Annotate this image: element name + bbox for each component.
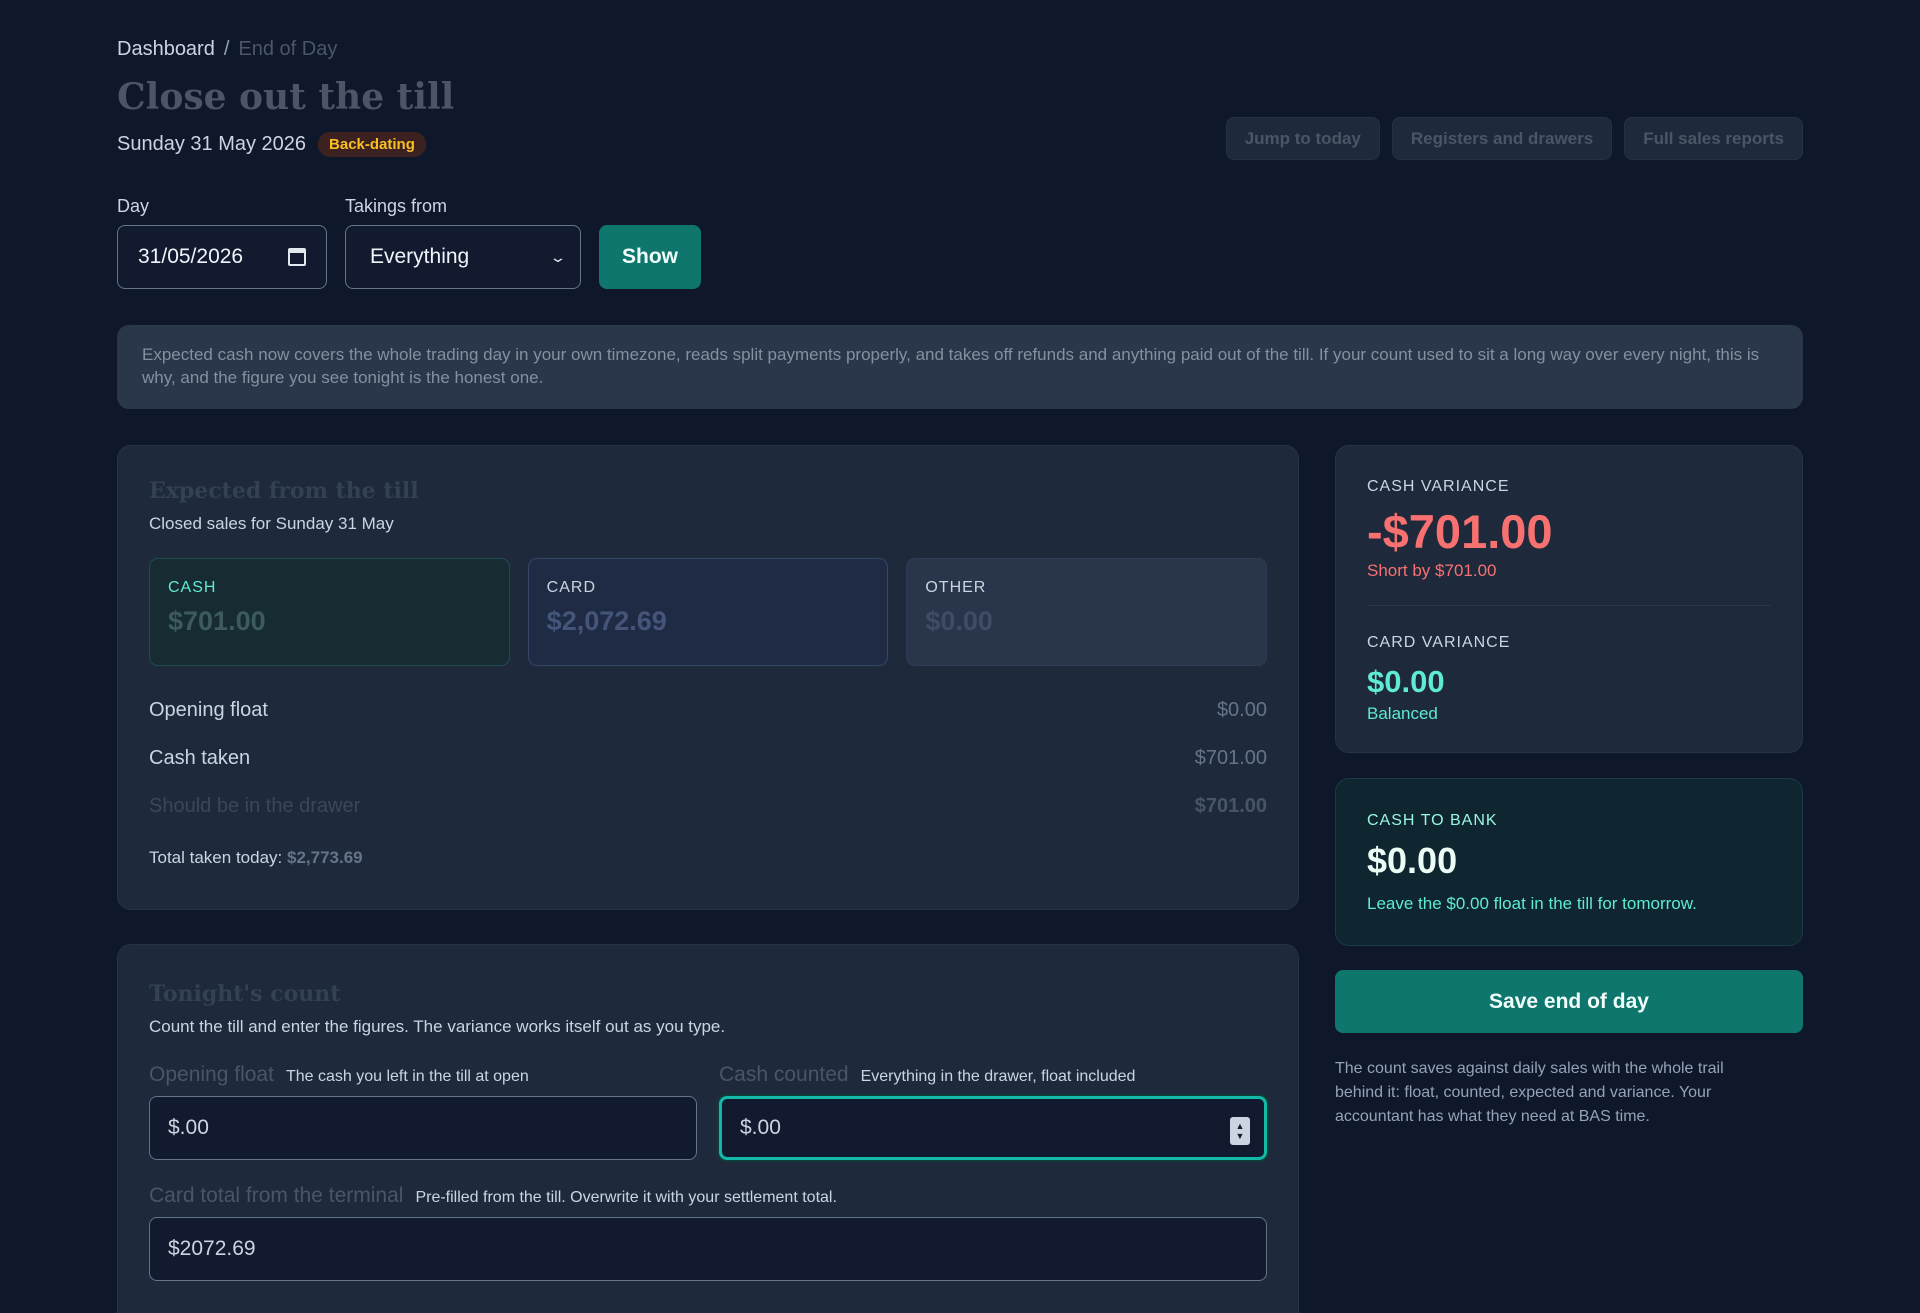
variance-card: CASH VARIANCE -$701.00 Short by $701.00 … bbox=[1335, 445, 1803, 753]
count-inputs-row: Opening float The cash you left in the t… bbox=[149, 1063, 1267, 1160]
top-actions: Jump to today Registers and drawers Full… bbox=[1225, 117, 1803, 160]
cash-taken-line: Cash taken $701.00 bbox=[149, 734, 1267, 782]
line-value: $0.00 bbox=[1216, 698, 1267, 721]
cash-counted-input[interactable]: $.00 ▲ ▼ bbox=[719, 1096, 1267, 1160]
card-tile-value: $2,072.69 bbox=[546, 606, 667, 636]
cash-to-bank-label: CASH TO BANK bbox=[1367, 812, 1498, 829]
cash-counted-hint: Everything in the drawer, float included bbox=[860, 1068, 1136, 1085]
expected-subtitle: Closed sales for Sunday 31 May bbox=[149, 514, 394, 533]
day-date-value: 31/05/2026 bbox=[138, 245, 244, 268]
cash-variance-value: -$701.00 bbox=[1367, 505, 1553, 558]
day-label: Day bbox=[117, 196, 150, 216]
show-button[interactable]: Show bbox=[599, 225, 701, 289]
other-tile: OTHER $0.00 bbox=[906, 558, 1268, 666]
card-variance-value: $0.00 bbox=[1367, 664, 1445, 699]
spin-down-icon[interactable]: ▼ bbox=[1236, 1131, 1245, 1141]
breadcrumb-separator: / bbox=[223, 38, 230, 60]
opening-float-value: $.00 bbox=[168, 1116, 209, 1139]
takings-from-label: Takings from bbox=[345, 196, 448, 216]
takings-from-select[interactable]: Everything ⌄ bbox=[345, 225, 581, 289]
spin-up-icon[interactable]: ▲ bbox=[1236, 1121, 1245, 1131]
total-taken-value: $2,773.69 bbox=[287, 848, 363, 867]
cash-to-bank-note: Leave the $0.00 float in the till for to… bbox=[1367, 894, 1697, 913]
breadcrumb: Dashboard / End of Day bbox=[117, 38, 337, 61]
line-label: Should be in the drawer bbox=[149, 794, 361, 817]
save-footnote: The count saves against daily sales with… bbox=[1335, 1060, 1724, 1125]
card-total-label: Card total from the terminal bbox=[149, 1184, 404, 1207]
page-title: Close out the till bbox=[117, 76, 455, 118]
expected-lines: Opening float $0.00 Cash taken $701.00 S… bbox=[149, 686, 1267, 830]
opening-float-label: Opening float bbox=[149, 1063, 274, 1086]
opening-float-line: Opening float $0.00 bbox=[149, 686, 1267, 734]
should-be-in-drawer-line: Should be in the drawer $701.00 bbox=[149, 782, 1267, 830]
number-spinner-icon[interactable]: ▲ ▼ bbox=[1230, 1117, 1250, 1145]
line-label: Cash taken bbox=[149, 746, 251, 769]
takings-from-value: Everything bbox=[370, 245, 470, 268]
count-subtitle: Count the till and enter the figures. Th… bbox=[149, 1017, 726, 1036]
card-tile: CARD $2,072.69 bbox=[527, 558, 889, 666]
line-value: $701.00 bbox=[1194, 746, 1267, 769]
payment-tiles: CASH $701.00 CARD $2,072.69 OTHER $0.00 bbox=[149, 558, 1268, 666]
cash-to-bank-card: CASH TO BANK $0.00 Leave the $0.00 float… bbox=[1335, 778, 1803, 946]
opening-float-head: Opening float The cash you left in the t… bbox=[149, 1063, 697, 1087]
cash-tile: CASH $701.00 bbox=[149, 558, 510, 666]
calendar-icon[interactable] bbox=[288, 248, 306, 266]
line-value: $701.00 bbox=[1194, 794, 1267, 817]
expected-title: Expected from the till bbox=[149, 478, 419, 504]
card-total-hint: Pre-filled from the till. Overwrite it w… bbox=[415, 1189, 837, 1206]
back-dating-badge: Back-dating bbox=[318, 132, 426, 157]
card-tile-label: CARD bbox=[546, 579, 597, 596]
chevron-down-icon: ⌄ bbox=[549, 248, 567, 265]
card-total-value: $2072.69 bbox=[168, 1237, 256, 1260]
tonights-count-card: Tonight's count Count the till and enter… bbox=[117, 944, 1299, 1313]
card-variance-label: CARD VARIANCE bbox=[1367, 634, 1511, 651]
cash-counted-label: Cash counted bbox=[719, 1063, 849, 1086]
opening-float-field: Opening float The cash you left in the t… bbox=[149, 1063, 697, 1160]
day-date-input[interactable]: 31/05/2026 bbox=[117, 225, 327, 289]
total-taken-label: Total taken today: bbox=[149, 848, 283, 867]
page-subtitle: Sunday 31 May 2026 Back-dating bbox=[117, 132, 426, 157]
cash-variance-label: CASH VARIANCE bbox=[1367, 478, 1510, 495]
card-total-field: Card total from the terminal Pre-filled … bbox=[149, 1184, 1267, 1281]
cash-tile-value: $701.00 bbox=[168, 606, 266, 636]
cash-to-bank-value: $0.00 bbox=[1367, 840, 1458, 881]
count-title: Tonight's count bbox=[149, 981, 341, 1007]
other-tile-value: $0.00 bbox=[925, 606, 993, 636]
expected-card: Expected from the till Closed sales for … bbox=[117, 445, 1299, 910]
cash-counted-head: Cash counted Everything in the drawer, f… bbox=[719, 1063, 1267, 1087]
breadcrumb-dashboard-link[interactable]: Dashboard bbox=[117, 38, 215, 60]
cash-counted-field: Cash counted Everything in the drawer, f… bbox=[719, 1063, 1267, 1160]
divider bbox=[1367, 605, 1771, 606]
cash-variance-note: Short by $701.00 bbox=[1367, 561, 1497, 580]
registers-and-drawers-button[interactable]: Registers and drawers bbox=[1391, 117, 1613, 160]
save-end-of-day-button[interactable]: Save end of day bbox=[1335, 970, 1803, 1033]
opening-float-hint: The cash you left in the till at open bbox=[285, 1068, 529, 1085]
card-total-head: Card total from the terminal Pre-filled … bbox=[149, 1184, 1267, 1208]
breadcrumb-current: End of Day bbox=[238, 38, 338, 60]
jump-to-today-button[interactable]: Jump to today bbox=[1225, 117, 1380, 160]
line-label: Opening float bbox=[149, 698, 268, 721]
card-total-input[interactable]: $2072.69 bbox=[149, 1217, 1267, 1281]
opening-float-input[interactable]: $.00 bbox=[149, 1096, 697, 1160]
page-date: Sunday 31 May 2026 bbox=[117, 133, 307, 155]
cash-counted-value: $.00 bbox=[740, 1116, 781, 1139]
full-sales-reports-button[interactable]: Full sales reports bbox=[1624, 117, 1803, 160]
other-tile-label: OTHER bbox=[925, 579, 987, 596]
card-variance-note: Balanced bbox=[1367, 704, 1438, 723]
cash-tile-label: CASH bbox=[168, 579, 217, 596]
total-taken: Total taken today: $2,773.69 bbox=[149, 848, 1267, 868]
info-notice: Expected cash now covers the whole tradi… bbox=[117, 325, 1803, 409]
